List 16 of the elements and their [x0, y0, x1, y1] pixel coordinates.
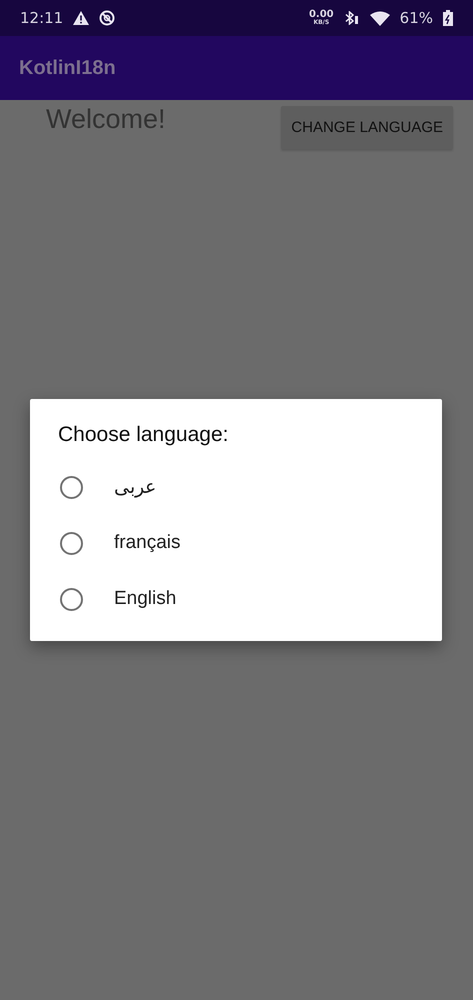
- language-option[interactable]: عربى: [114, 475, 156, 499]
- do-not-disturb-icon: [99, 10, 116, 26]
- app-title: KotlinI18n: [19, 56, 116, 80]
- welcome-text: Welcome!: [46, 104, 166, 135]
- dialog-title: Choose language:: [57, 423, 230, 448]
- bluetooth-icon: [344, 11, 360, 25]
- radio-button[interactable]: [60, 532, 83, 554]
- language-option[interactable]: English: [114, 588, 176, 610]
- clock-time: 12:11: [20, 9, 64, 27]
- battery-percent: 61%: [400, 9, 433, 27]
- battery-icon: [443, 10, 453, 26]
- radio-button[interactable]: [60, 588, 83, 610]
- wifi-icon: [370, 10, 390, 26]
- radio-button[interactable]: [60, 476, 83, 498]
- warning-icon: [73, 11, 90, 25]
- language-option[interactable]: français: [114, 532, 181, 554]
